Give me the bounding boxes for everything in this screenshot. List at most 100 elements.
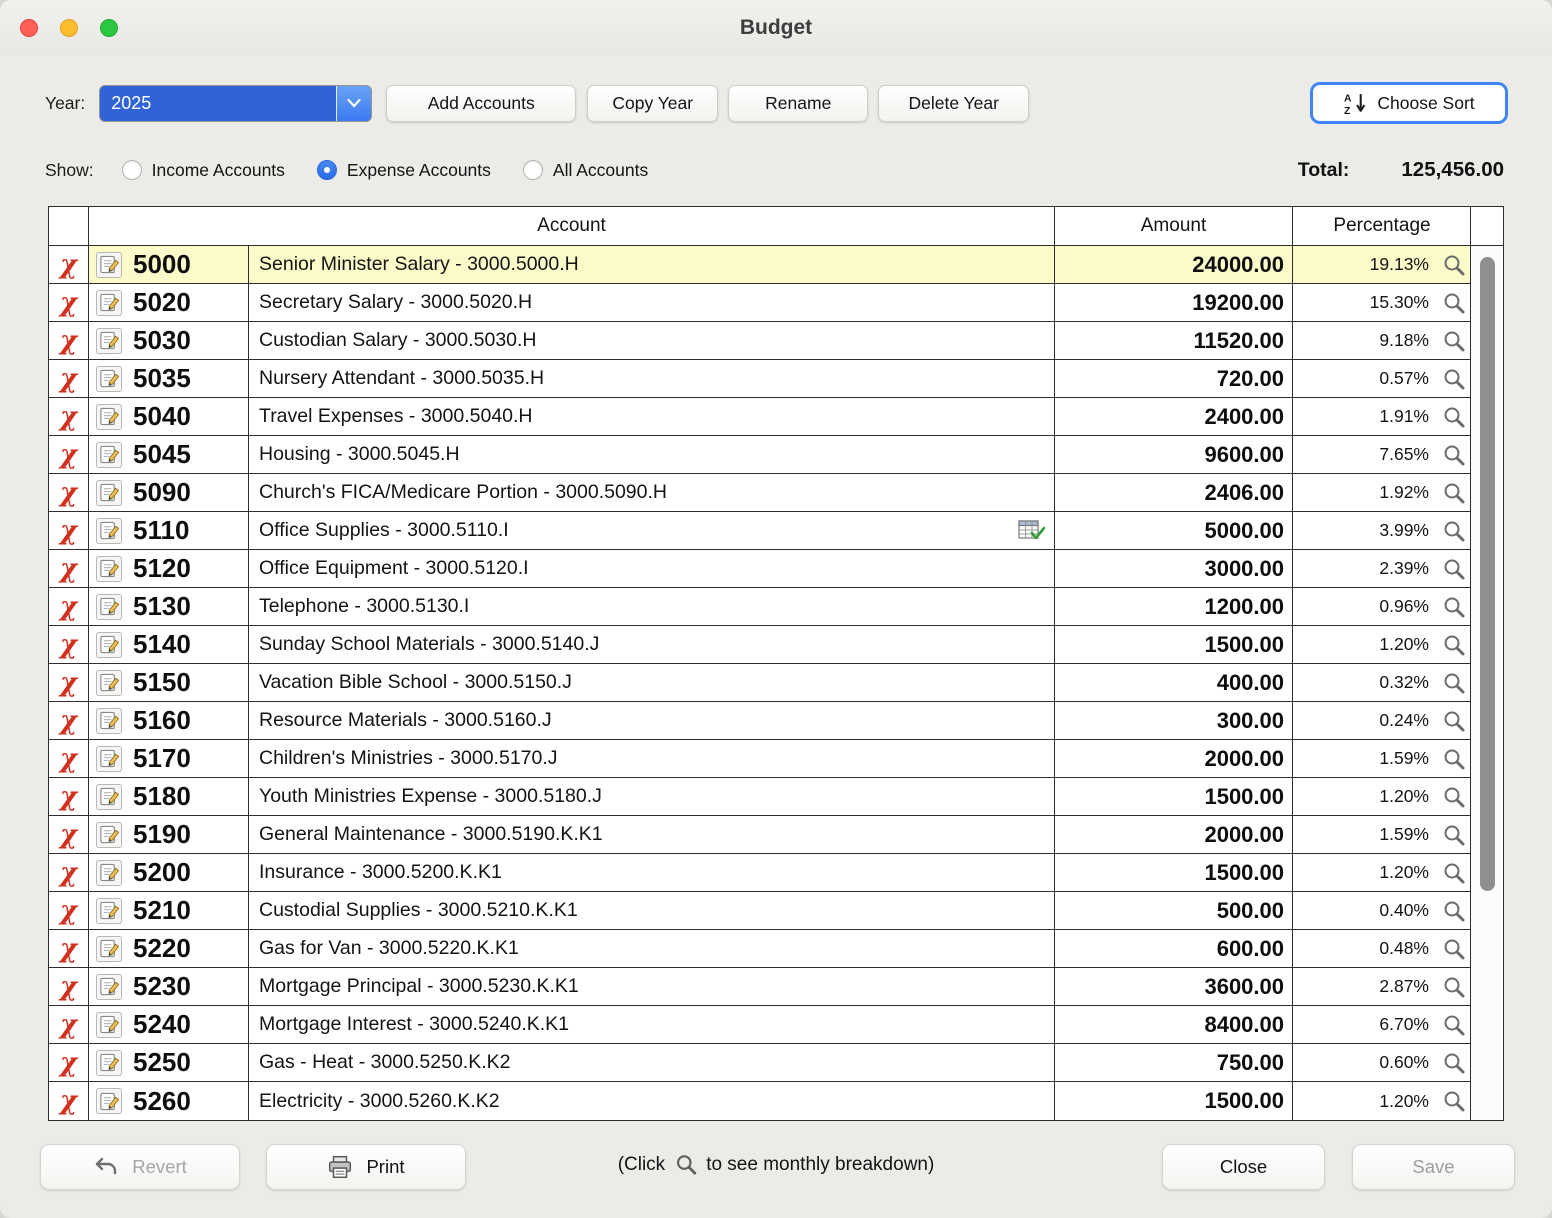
delete-cell[interactable]: χ [49,664,89,701]
magnifier-icon[interactable] [1442,367,1466,391]
amount-cell[interactable]: 1500.00 [1055,1082,1293,1120]
amount-cell[interactable]: 500.00 [1055,892,1293,929]
edit-icon[interactable] [96,1012,122,1038]
account-name-cell[interactable]: Secretary Salary - 3000.5020.H [249,284,1055,321]
amount-cell[interactable]: 19200.00 [1055,284,1293,321]
amount-cell[interactable]: 2000.00 [1055,740,1293,777]
radio-expense-accounts[interactable]: Expense Accounts [317,160,491,181]
magnifier-icon[interactable] [1442,823,1466,847]
close-button[interactable]: Close [1162,1144,1325,1190]
account-name-cell[interactable]: Electricity - 3000.5260.K.K2 [249,1082,1055,1120]
magnifier-icon[interactable] [1442,329,1466,353]
magnifier-icon[interactable] [1442,481,1466,505]
delete-x-icon[interactable]: χ [60,442,77,468]
delete-x-icon[interactable]: χ [60,632,77,658]
delete-x-icon[interactable]: χ [60,708,77,734]
amount-cell[interactable]: 1200.00 [1055,588,1293,625]
account-name-cell[interactable]: Senior Minister Salary - 3000.5000.H [249,246,1055,283]
delete-x-icon[interactable]: χ [60,860,77,886]
edit-icon[interactable] [96,746,122,772]
magnifier-icon[interactable] [1442,1089,1466,1113]
amount-cell[interactable]: 1500.00 [1055,854,1293,891]
year-select[interactable]: 2025 [99,85,372,122]
delete-cell[interactable]: χ [49,512,89,549]
edit-icon[interactable] [96,1088,122,1114]
magnifier-icon[interactable] [1442,405,1466,429]
magnifier-icon[interactable] [1442,747,1466,771]
delete-x-icon[interactable]: χ [60,670,77,696]
minimize-window-button[interactable] [60,19,78,37]
edit-icon[interactable] [96,480,122,506]
save-button[interactable]: Save [1352,1144,1515,1190]
delete-cell[interactable]: χ [49,1044,89,1081]
delete-cell[interactable]: χ [49,816,89,853]
delete-x-icon[interactable]: χ [60,1088,77,1114]
delete-x-icon[interactable]: χ [60,366,77,392]
amount-cell[interactable]: 750.00 [1055,1044,1293,1081]
delete-cell[interactable]: χ [49,1006,89,1043]
delete-cell[interactable]: χ [49,550,89,587]
scrollbar[interactable] [1470,207,1503,1120]
edit-icon[interactable] [96,936,122,962]
magnifier-icon[interactable] [1442,595,1466,619]
account-name-cell[interactable]: Gas - Heat - 3000.5250.K.K2 [249,1044,1055,1081]
delete-cell[interactable]: χ [49,284,89,321]
account-name-cell[interactable]: Insurance - 3000.5200.K.K1 [249,854,1055,891]
edit-icon[interactable] [96,708,122,734]
delete-cell[interactable]: χ [49,1082,89,1120]
delete-cell[interactable]: χ [49,892,89,929]
delete-cell[interactable]: χ [49,626,89,663]
magnifier-icon[interactable] [1442,899,1466,923]
account-name-cell[interactable]: Custodial Supplies - 3000.5210.K.K1 [249,892,1055,929]
copy-year-button[interactable]: Copy Year [587,85,718,122]
magnifier-icon[interactable] [1442,443,1466,467]
edit-icon[interactable] [96,670,122,696]
account-name-cell[interactable]: Gas for Van - 3000.5220.K.K1 [249,930,1055,967]
edit-icon[interactable] [96,556,122,582]
delete-x-icon[interactable]: χ [60,822,77,848]
account-name-cell[interactable]: Housing - 3000.5045.H [249,436,1055,473]
magnifier-icon[interactable] [1442,291,1466,315]
account-name-cell[interactable]: Children's Ministries - 3000.5170.J [249,740,1055,777]
amount-cell[interactable]: 24000.00 [1055,246,1293,283]
magnifier-icon[interactable] [1442,671,1466,695]
amount-cell[interactable]: 1500.00 [1055,626,1293,663]
magnifier-icon[interactable] [1442,785,1466,809]
delete-cell[interactable]: χ [49,702,89,739]
delete-cell[interactable]: χ [49,322,89,359]
delete-x-icon[interactable]: χ [60,746,77,772]
delete-cell[interactable]: χ [49,930,89,967]
edit-icon[interactable] [96,898,122,924]
account-name-cell[interactable]: Vacation Bible School - 3000.5150.J [249,664,1055,701]
amount-cell[interactable]: 1500.00 [1055,778,1293,815]
delete-year-button[interactable]: Delete Year [878,85,1029,122]
magnifier-icon[interactable] [1442,937,1466,961]
edit-icon[interactable] [96,784,122,810]
add-accounts-button[interactable]: Add Accounts [386,85,576,122]
magnifier-icon[interactable] [1442,975,1466,999]
account-name-cell[interactable]: Sunday School Materials - 3000.5140.J [249,626,1055,663]
delete-x-icon[interactable]: χ [60,784,77,810]
rename-button[interactable]: Rename [728,85,868,122]
radio-all-accounts[interactable]: All Accounts [523,160,648,181]
delete-cell[interactable]: χ [49,968,89,1005]
edit-icon[interactable] [96,1050,122,1076]
magnifier-icon[interactable] [1442,1013,1466,1037]
account-name-cell[interactable]: Church's FICA/Medicare Portion - 3000.50… [249,474,1055,511]
amount-cell[interactable]: 5000.00 [1055,512,1293,549]
edit-icon[interactable] [96,594,122,620]
delete-x-icon[interactable]: χ [60,898,77,924]
amount-cell[interactable]: 2406.00 [1055,474,1293,511]
edit-icon[interactable] [96,366,122,392]
amount-cell[interactable]: 9600.00 [1055,436,1293,473]
account-name-cell[interactable]: Telephone - 3000.5130.I [249,588,1055,625]
amount-cell[interactable]: 2400.00 [1055,398,1293,435]
magnifier-icon[interactable] [1442,633,1466,657]
delete-x-icon[interactable]: χ [60,974,77,1000]
amount-cell[interactable]: 3000.00 [1055,550,1293,587]
edit-icon[interactable] [96,404,122,430]
delete-cell[interactable]: χ [49,398,89,435]
delete-x-icon[interactable]: χ [60,1050,77,1076]
magnifier-icon[interactable] [1442,519,1466,543]
account-name-cell[interactable]: Mortgage Principal - 3000.5230.K.K1 [249,968,1055,1005]
